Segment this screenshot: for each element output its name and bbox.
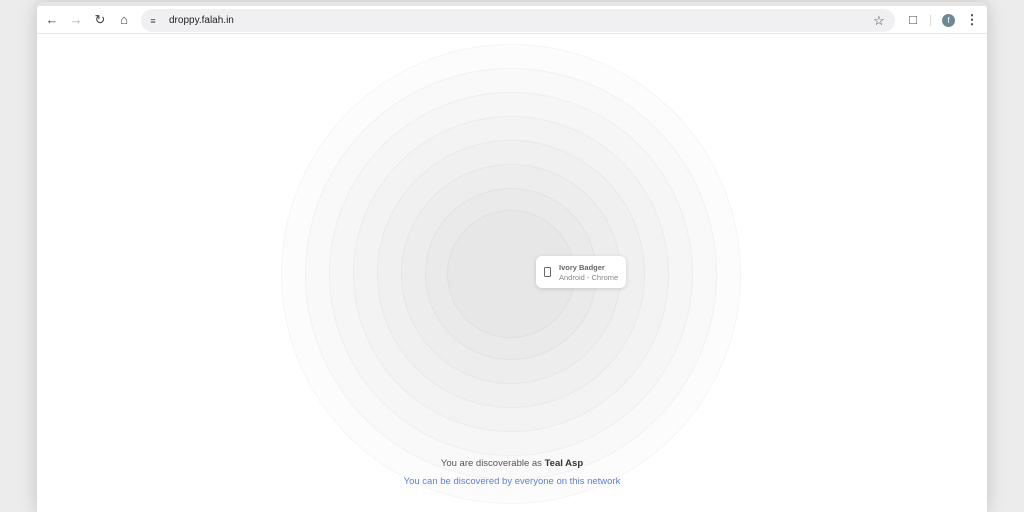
phone-icon (544, 267, 551, 277)
back-icon[interactable]: ← (40, 8, 64, 32)
toolbar-divider (930, 15, 931, 26)
home-icon[interactable]: ⌂ (112, 8, 136, 32)
browser-toolbar: ← → ↻ ⌂ ≡ droppy.falah.in ☆ □ f ⋮ (37, 6, 987, 34)
peer-device-card[interactable]: Ivory Badger Android - Chrome (536, 256, 626, 288)
bookmark-star-icon[interactable]: ☆ (867, 9, 891, 33)
url-text[interactable]: droppy.falah.in (169, 15, 234, 26)
forward-icon[interactable]: → (64, 8, 88, 32)
discoverable-text: You are discoverable as Teal Asp (37, 458, 987, 469)
visibility-link[interactable]: You can be discovered by everyone on thi… (37, 476, 987, 487)
reload-icon[interactable]: ↻ (88, 8, 112, 32)
address-bar[interactable]: ≡ droppy.falah.in ☆ (141, 9, 895, 32)
peer-name: Ivory Badger (559, 262, 605, 272)
menu-icon[interactable]: ⋮ (960, 8, 984, 32)
profile-avatar[interactable]: f (942, 14, 955, 27)
discoverable-prefix: You are discoverable as (440, 458, 542, 469)
self-device-name: Teal Asp (544, 458, 584, 469)
extensions-icon[interactable]: □ (901, 8, 925, 32)
browser-window: ← → ↻ ⌂ ≡ droppy.falah.in ☆ □ f ⋮ Ivory … (37, 2, 987, 512)
site-settings-icon[interactable]: ≡ (141, 9, 165, 33)
page-content: Ivory Badger Android - Chrome You are di… (37, 35, 987, 512)
peer-detail: Android - Chrome (559, 272, 619, 282)
